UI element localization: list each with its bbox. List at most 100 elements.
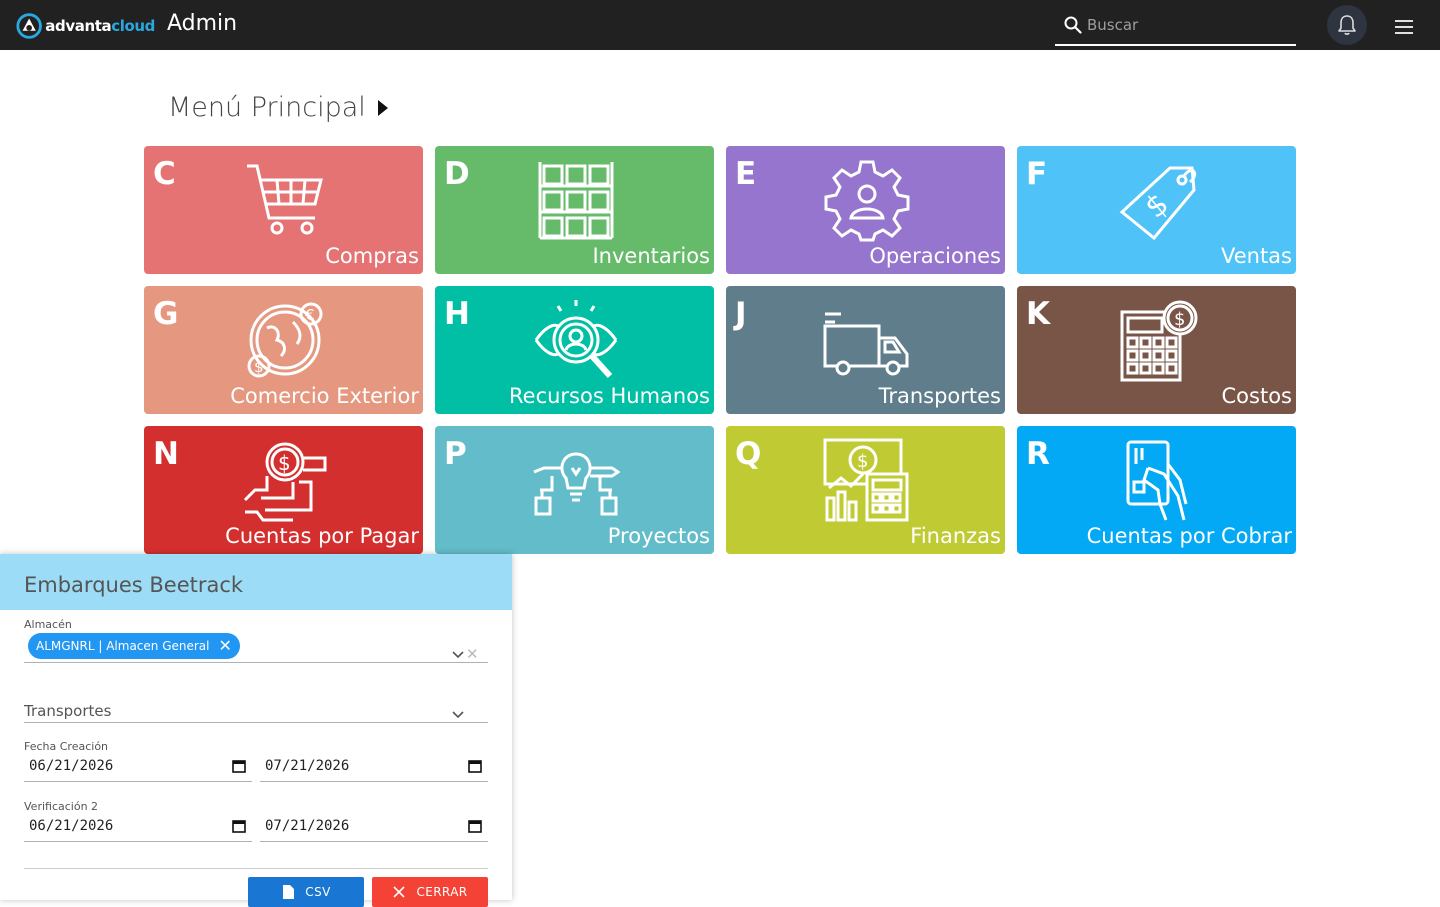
chevron-down-icon[interactable] — [452, 709, 464, 721]
panel-title: Embarques Beetrack — [24, 573, 244, 597]
shopping-cart-icon — [247, 164, 323, 235]
tile-letter: P — [444, 436, 467, 472]
tile-letter: Q — [735, 436, 762, 472]
verificacion-label: Verificación 2 — [24, 800, 99, 813]
verificacion-to-input[interactable]: 07/21/2026 — [260, 816, 488, 842]
tile-letter: R — [1026, 436, 1050, 472]
date-value: 07/21/2026 — [265, 758, 350, 774]
tile-letter: E — [735, 156, 757, 192]
chip-remove-icon[interactable]: ✕ — [219, 638, 232, 654]
svg-text:€: € — [305, 306, 315, 324]
svg-text:$: $ — [1174, 309, 1185, 330]
csv-button[interactable]: CSV — [248, 877, 364, 907]
chip-text: ALMGNRL | Almacen General — [36, 639, 210, 653]
tile-cuentas-por-pagar[interactable]: N $ Cuentas por Pagar — [144, 426, 423, 554]
tile-proyectos[interactable]: P Proyectos — [435, 426, 714, 554]
svg-text:$: $ — [254, 358, 264, 376]
close-icon — [393, 886, 406, 898]
tile-finanzas[interactable]: Q $ Finanzas — [726, 426, 1005, 554]
embarques-beetrack-panel: Embarques Beetrack Almacén ALMGNRL | Alm… — [0, 554, 512, 907]
cerrar-button-label: CERRAR — [416, 885, 468, 899]
cerrar-button[interactable]: CERRAR — [372, 877, 488, 907]
cloud-logo-icon — [16, 13, 42, 39]
hand-coin-icon: $ — [243, 442, 327, 522]
verificacion-from-input[interactable]: 06/21/2026 — [24, 816, 252, 842]
globe-currency-icon: € $ — [247, 302, 323, 378]
tile-label: Transportes — [878, 384, 1001, 408]
date-value: 06/21/2026 — [29, 818, 114, 834]
idea-project-icon — [533, 452, 620, 516]
panel-header: Embarques Beetrack — [0, 554, 512, 610]
tile-label: Recursos Humanos — [509, 384, 710, 408]
fecha-creacion-label: Fecha Creación — [24, 740, 109, 753]
tile-label: Operaciones — [869, 244, 1001, 268]
tile-costos[interactable]: K $ Costos — [1017, 286, 1296, 414]
tile-letter: D — [444, 156, 470, 192]
csv-button-label: CSV — [305, 885, 331, 899]
fecha-creacion-from-input[interactable]: 06/21/2026 — [24, 756, 252, 782]
transportes-select[interactable]: Transportes — [24, 702, 111, 720]
svg-text:$: $ — [278, 451, 291, 475]
search-icon — [1064, 16, 1082, 34]
price-tag-icon: $ — [1119, 166, 1197, 241]
bell-icon — [1338, 15, 1356, 35]
search-box[interactable] — [1055, 6, 1296, 46]
page-title: Menú Principal — [168, 92, 388, 123]
tile-inventarios[interactable]: D Inventarios — [435, 146, 714, 274]
talent-search-icon — [534, 300, 618, 379]
truck-icon — [823, 312, 909, 376]
date-value: 06/21/2026 — [29, 758, 114, 774]
tile-label: Inventarios — [592, 244, 710, 268]
page-title-text: Menú Principal — [168, 92, 366, 123]
tile-cuentas-por-cobrar[interactable]: R Cuentas por Cobrar — [1017, 426, 1296, 554]
tile-letter: H — [444, 296, 470, 332]
finance-calculator-icon: $ — [823, 438, 909, 522]
tile-label: Cuentas por Cobrar — [1086, 524, 1292, 548]
tile-label: Costos — [1221, 384, 1292, 408]
clear-icon[interactable]: ✕ — [466, 645, 479, 663]
tile-recursos-humanos[interactable]: H Recursos Humanos — [435, 286, 714, 414]
chevron-down-icon[interactable] — [452, 649, 464, 661]
tile-letter: N — [153, 436, 179, 472]
tile-letter: F — [1026, 156, 1048, 192]
caret-right-icon[interactable] — [377, 99, 388, 116]
gear-person-icon — [824, 160, 910, 242]
almacen-chip[interactable]: ALMGNRL | Almacen General ✕ — [28, 633, 240, 659]
almacen-label: Almacén — [24, 618, 72, 631]
tile-letter: J — [735, 296, 747, 332]
tile-letter: K — [1026, 296, 1051, 332]
tile-compras[interactable]: C Compras — [144, 146, 423, 274]
tile-ventas[interactable]: F $ Ventas — [1017, 146, 1296, 274]
fecha-creacion-to-input[interactable]: 07/21/2026 — [260, 756, 488, 782]
tile-transportes[interactable]: J Transportes — [726, 286, 1005, 414]
card-payment-icon — [1126, 440, 1188, 521]
tile-label: Finanzas — [910, 524, 1001, 548]
advantacloud-logo[interactable]: advantacloud — [15, 11, 155, 41]
search-input[interactable] — [1087, 14, 1287, 36]
tile-letter: G — [153, 296, 179, 332]
transportes-underline — [24, 722, 488, 723]
tile-label: Cuentas por Pagar — [225, 524, 419, 548]
file-csv-icon — [283, 885, 295, 899]
calendar-icon[interactable] — [468, 759, 482, 773]
hamburger-menu-button[interactable] — [1393, 16, 1415, 36]
top-bar: advantacloud Admin — [0, 0, 1440, 50]
calendar-icon[interactable] — [232, 759, 246, 773]
almacen-underline — [24, 662, 488, 663]
panel-divider — [24, 868, 488, 869]
calculator-dollar-icon: $ — [1120, 300, 1198, 382]
tile-letter: C — [153, 156, 176, 192]
svg-text:$: $ — [857, 451, 868, 472]
tile-operaciones[interactable]: E Operaciones — [726, 146, 1005, 274]
tile-comercio-exterior[interactable]: G € $ Comercio Exterior — [144, 286, 423, 414]
calendar-icon[interactable] — [232, 819, 246, 833]
calendar-icon[interactable] — [468, 819, 482, 833]
warehouse-boxes-icon — [538, 162, 614, 240]
tile-label: Compras — [325, 244, 419, 268]
logo-text: advantacloud — [45, 17, 155, 35]
date-value: 07/21/2026 — [265, 818, 350, 834]
notifications-button[interactable] — [1327, 5, 1367, 45]
tile-label: Ventas — [1220, 244, 1292, 268]
tile-label: Comercio Exterior — [230, 384, 419, 408]
app-title: Admin — [167, 11, 238, 36]
